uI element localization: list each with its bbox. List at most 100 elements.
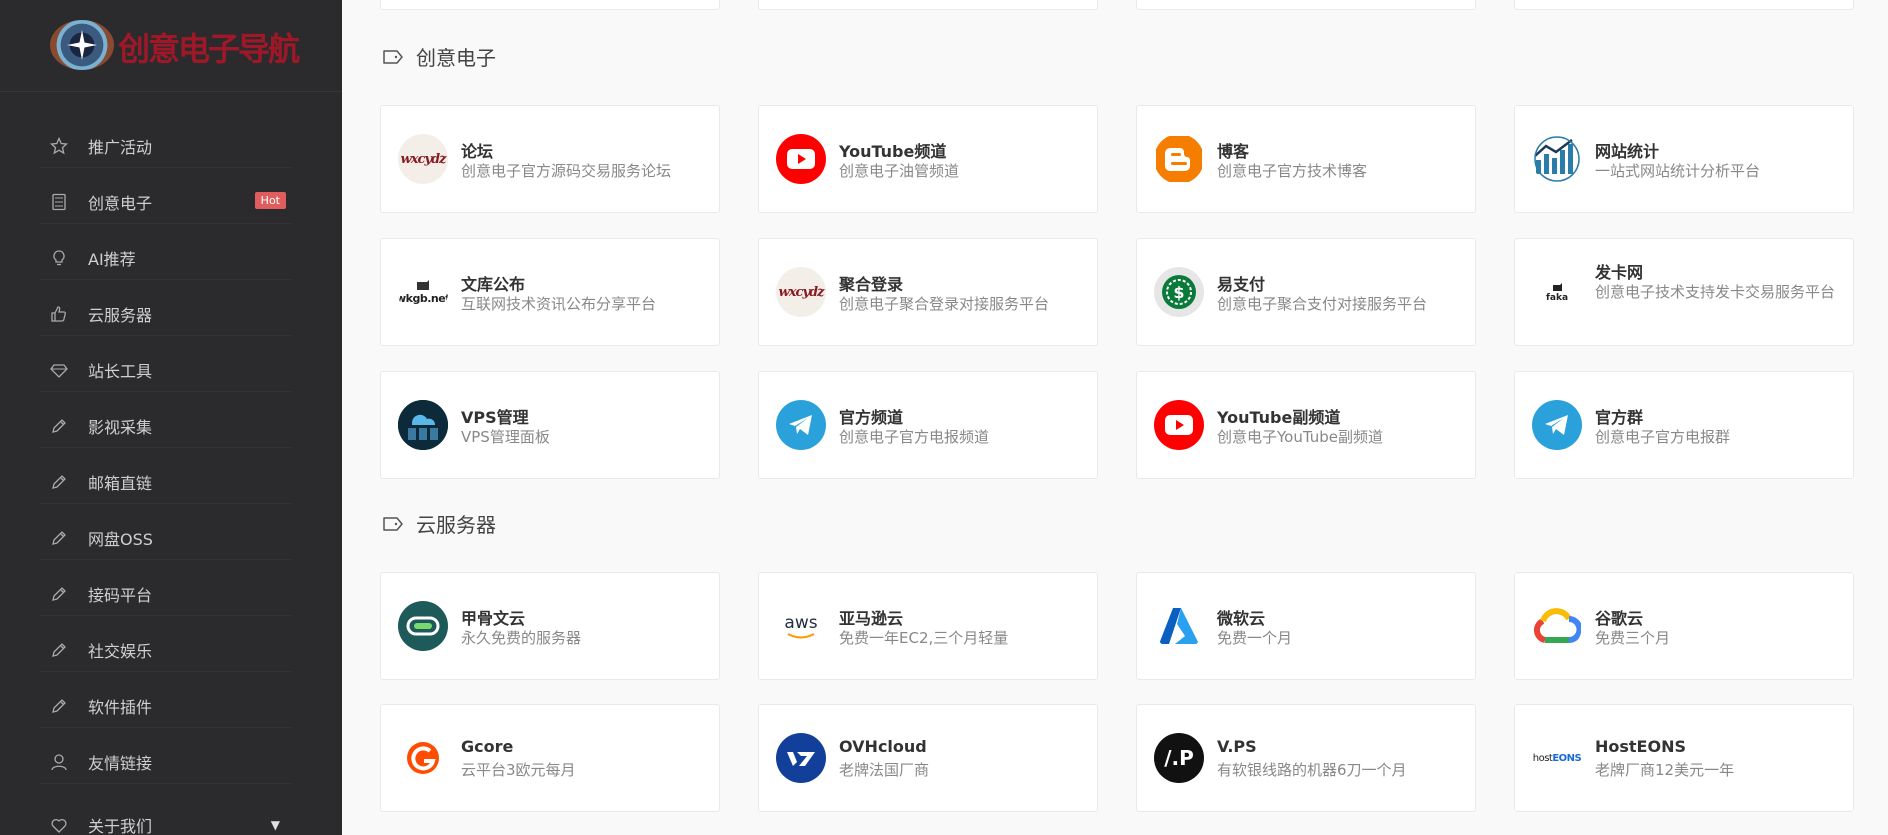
pencil-icon bbox=[52, 586, 66, 601]
google-cloud-icon bbox=[1532, 601, 1582, 651]
oracle-icon bbox=[398, 601, 448, 651]
user-icon bbox=[51, 753, 67, 770]
sidebar-item-social[interactable]: 社交娱乐 bbox=[40, 628, 292, 672]
chevron-down-icon: ▼ bbox=[270, 817, 280, 832]
sidebar-item-label: 网盘OSS bbox=[88, 529, 153, 549]
sidebar-item-email[interactable]: 邮箱直链 bbox=[40, 460, 292, 504]
card-site-stats[interactable]: 网站统计 一站式网站统计分析平台 bbox=[1514, 105, 1854, 213]
sidebar-item-label: 软件插件 bbox=[88, 697, 153, 717]
card-desc: 创意电子官方源码交易服务论坛 bbox=[461, 162, 672, 180]
sidebar-item-cloud-servers[interactable]: 云服务器 bbox=[40, 292, 292, 336]
card-gcore[interactable]: Gcore 云平台3欧元每月 bbox=[380, 704, 720, 812]
card-hosteons[interactable]: hostEONS HostEONS 老牌厂商12美元一年 bbox=[1514, 704, 1854, 812]
card-desc: 创意电子技术支持发卡交易服务平台 bbox=[1595, 283, 1836, 301]
card-desc: 老牌厂商12美元一年 bbox=[1595, 761, 1735, 779]
card-desc: 有软银线路的机器6刀一个月 bbox=[1217, 761, 1407, 779]
pencil-icon bbox=[52, 530, 66, 545]
card-desc: 创意电子油管频道 bbox=[839, 162, 960, 180]
card-stub[interactable] bbox=[758, 0, 1098, 10]
card-ovhcloud[interactable]: OVHcloud 老牌法国厂商 bbox=[758, 704, 1098, 812]
card-desc: 永久免费的服务器 bbox=[461, 629, 582, 647]
card-title: HostEONS bbox=[1595, 737, 1686, 756]
sidebar-item-label: 站长工具 bbox=[88, 361, 153, 381]
sidebar-item-label: 关于我们 bbox=[88, 816, 153, 835]
sidebar-item-links[interactable]: 友情链接 bbox=[40, 740, 292, 784]
sidebar-item-label: 创意电子 bbox=[88, 193, 153, 213]
logo-text: 创意电子导航 bbox=[118, 30, 300, 68]
server-cloud-icon bbox=[398, 400, 448, 450]
card-easy-pay[interactable]: $ 易支付 创意电子聚合支付对接服务平台 bbox=[1136, 238, 1476, 346]
pencil-icon bbox=[52, 418, 66, 433]
card-desc: 互联网技术资讯公布分享平台 bbox=[461, 295, 657, 313]
card-vps[interactable]: /.P V.PS 有软银线路的机器6刀一个月 bbox=[1136, 704, 1476, 812]
sidebar-item-about[interactable]: 关于我们 ▼ bbox=[40, 803, 292, 835]
card-official-group[interactable]: 官方群 创意电子官方电报群 bbox=[1514, 371, 1854, 479]
card-desc: 创意电子聚合登录对接服务平台 bbox=[839, 295, 1050, 313]
pencil-icon bbox=[52, 642, 66, 657]
sidebar-item-label: 推广活动 bbox=[88, 137, 153, 157]
hosteons-icon: hostEONS bbox=[1532, 733, 1582, 783]
card-vps-manage[interactable]: VPS管理 VPS管理面板 bbox=[380, 371, 720, 479]
card-google-cloud[interactable]: 谷歌云 免费三个月 bbox=[1514, 572, 1854, 680]
card-title: Gcore bbox=[461, 737, 514, 756]
sidebar-item-label: 邮箱直链 bbox=[88, 473, 153, 493]
card-youtube-sub-channel[interactable]: YouTube副频道 创意电子YouTube副频道 bbox=[1136, 371, 1476, 479]
card-official-channel[interactable]: 官方频道 创意电子官方电报频道 bbox=[758, 371, 1098, 479]
analytics-icon bbox=[1532, 134, 1582, 184]
card-stub[interactable] bbox=[380, 0, 720, 10]
youtube-icon bbox=[776, 134, 826, 184]
pencil-icon bbox=[52, 474, 66, 489]
youtube-icon bbox=[1154, 400, 1204, 450]
dollar-coin-icon: $ bbox=[1154, 267, 1204, 317]
main-content: 创意电子 wxcydz 论坛 创意电子官方源码交易服务论坛 YouTube频道 … bbox=[342, 0, 1888, 835]
hot-badge: Hot bbox=[254, 192, 286, 209]
diamond-icon bbox=[50, 363, 68, 378]
faka-logo-icon: faka bbox=[1532, 267, 1582, 317]
card-desc: 云平台3欧元每月 bbox=[461, 761, 576, 779]
telegram-icon bbox=[776, 400, 826, 450]
azure-icon bbox=[1154, 601, 1204, 651]
card-stub[interactable] bbox=[1514, 0, 1854, 10]
card-wenku[interactable]: wkgb.net 文库公布 互联网技术资讯公布分享平台 bbox=[380, 238, 720, 346]
card-stub[interactable] bbox=[1136, 0, 1476, 10]
card-desc: 创意电子YouTube副频道 bbox=[1217, 428, 1383, 446]
sidebar-item-ai[interactable]: AI推荐 bbox=[40, 236, 292, 280]
sidebar: 创意电子导航 推广活动 创意电子 Hot AI推荐 云服务器 站长工具 影视采集… bbox=[0, 0, 342, 835]
card-title: OVHcloud bbox=[839, 737, 927, 756]
sidebar-item-label: 友情链接 bbox=[88, 753, 153, 773]
card-desc: 创意电子官方电报群 bbox=[1595, 428, 1731, 446]
sidebar-item-label: 影视采集 bbox=[88, 417, 153, 437]
card-desc: 免费一年EC2,三个月轻量 bbox=[839, 629, 1009, 647]
card-faka[interactable]: faka 发卡网 创意电子技术支持发卡交易服务平台 bbox=[1514, 238, 1854, 346]
sidebar-item-label: 接码平台 bbox=[88, 585, 153, 605]
sidebar-item-video[interactable]: 影视采集 bbox=[40, 404, 292, 448]
tag-icon bbox=[383, 49, 403, 64]
card-blog[interactable]: 博客 创意电子官方技术博客 bbox=[1136, 105, 1476, 213]
ovh-icon bbox=[776, 733, 826, 783]
sidebar-item-oss[interactable]: 网盘OSS bbox=[40, 516, 292, 560]
sidebar-item-label: 社交娱乐 bbox=[88, 641, 153, 661]
sidebar-item-software[interactable]: 软件插件 bbox=[40, 684, 292, 728]
sidebar-item-promotions[interactable]: 推广活动 bbox=[40, 124, 292, 168]
card-azure[interactable]: 微软云 免费一个月 bbox=[1136, 572, 1476, 680]
thumbs-up-icon bbox=[51, 305, 66, 322]
card-desc: 创意电子聚合支付对接服务平台 bbox=[1217, 295, 1428, 313]
card-title: V.PS bbox=[1217, 737, 1257, 756]
sidebar-item-sms[interactable]: 接码平台 bbox=[40, 572, 292, 616]
card-desc: 免费三个月 bbox=[1595, 629, 1671, 647]
section-title-cloud: 云服务器 bbox=[382, 509, 496, 538]
card-forum[interactable]: wxcydz 论坛 创意电子官方源码交易服务论坛 bbox=[380, 105, 720, 213]
sidebar-item-webmaster-tools[interactable]: 站长工具 bbox=[40, 348, 292, 392]
logo-area[interactable]: 创意电子导航 bbox=[0, 0, 342, 92]
card-youtube-channel[interactable]: YouTube频道 创意电子油管频道 bbox=[758, 105, 1098, 213]
vps-icon: /.P bbox=[1154, 733, 1204, 783]
sidebar-item-chuangyi[interactable]: 创意电子 Hot bbox=[40, 180, 292, 224]
card-oracle[interactable]: 甲骨文云 永久免费的服务器 bbox=[380, 572, 720, 680]
tag-icon bbox=[383, 516, 403, 531]
card-aws[interactable]: aws 亚马逊云 免费一年EC2,三个月轻量 bbox=[758, 572, 1098, 680]
calculator-icon bbox=[52, 193, 66, 210]
lightbulb-icon bbox=[53, 249, 65, 265]
card-desc: 创意电子官方技术博客 bbox=[1217, 162, 1368, 180]
pencil-icon bbox=[52, 698, 66, 713]
card-aggregate-login[interactable]: wxcydz 聚合登录 创意电子聚合登录对接服务平台 bbox=[758, 238, 1098, 346]
